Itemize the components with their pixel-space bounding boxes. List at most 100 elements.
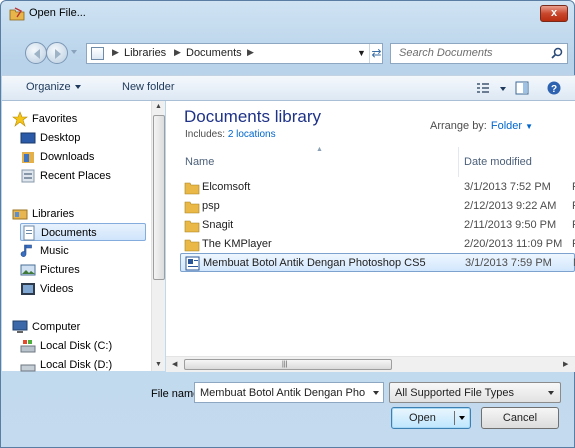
file-row-elcomsoft[interactable]: Elcomsoft 3/1/2013 7:52 PM F (180, 178, 575, 197)
cancel-button[interactable]: Cancel (481, 407, 559, 429)
chevron-down-icon: ▼ (525, 122, 534, 131)
pictures-icon (20, 264, 36, 276)
nav-documents-label: Documents (41, 227, 97, 239)
view-options-icon[interactable] (476, 81, 490, 95)
nav-computer[interactable]: Computer (12, 318, 162, 336)
chevron-right-icon[interactable]: ▶ (174, 47, 181, 58)
libraries-icon (12, 209, 28, 220)
nav-music[interactable]: Music (20, 242, 170, 260)
file-type-select[interactable]: All Supported File Types (389, 382, 561, 403)
file-date: 2/20/2013 11:09 PM (464, 238, 563, 250)
nav-computer-label: Computer (32, 321, 81, 333)
navigation-pane: Favorites Desktop Downloads Recent Place… (2, 101, 165, 372)
breadcrumb-libraries[interactable]: Libraries (124, 47, 166, 59)
scroll-down-icon[interactable]: ▼ (155, 361, 162, 368)
navigation-row: ▶ Libraries ▶ Documents ▶ ▼ ⇄ Search Doc… (1, 41, 575, 67)
nav-downloads-label: Downloads (40, 151, 95, 163)
chevron-down-icon[interactable] (459, 416, 465, 420)
refresh-button[interactable]: ⇄ (369, 44, 383, 63)
chevron-right-icon[interactable]: ▶ (112, 47, 119, 58)
back-button[interactable] (25, 42, 47, 64)
file-row-membuat-botol[interactable]: Membuat Botol Antik Dengan Photoshop CS5… (180, 253, 575, 272)
file-name: The KMPlayer (202, 238, 272, 250)
nav-local-disk-d[interactable]: Local Disk (D:) (20, 356, 170, 374)
word-document-icon (185, 256, 200, 271)
open-button[interactable]: Open (391, 407, 471, 429)
nav-favorites[interactable]: Favorites (12, 110, 162, 128)
file-row-kmplayer[interactable]: The KMPlayer 2/20/2013 11:09 PM F (180, 235, 575, 254)
nav-documents[interactable]: Documents (20, 223, 146, 241)
arrange-by-label: Arrange by: (430, 120, 487, 132)
file-row-psp[interactable]: psp 2/12/2013 9:22 AM F (180, 197, 575, 216)
system-drive-icon (20, 340, 36, 353)
breadcrumb-documents[interactable]: Documents (186, 47, 242, 59)
scroll-right-icon[interactable]: ▶ (563, 360, 568, 368)
chevron-down-icon (548, 391, 554, 395)
locations-link[interactable]: 2 locations (228, 129, 276, 140)
nav-downloads[interactable]: Downloads (20, 148, 170, 166)
nav-recent-places-label: Recent Places (40, 170, 111, 182)
close-button[interactable]: x (540, 5, 568, 22)
preview-pane-icon[interactable] (515, 81, 529, 95)
nav-pictures[interactable]: Pictures (20, 261, 170, 279)
file-name: Elcomsoft (202, 181, 251, 193)
nav-recent-places[interactable]: Recent Places (20, 167, 170, 185)
address-bar[interactable]: ▶ Libraries ▶ Documents ▶ ▼ ⇄ (86, 43, 383, 64)
svg-text:?: ? (551, 84, 557, 95)
nav-videos-label: Videos (40, 283, 74, 295)
nav-libraries[interactable]: Libraries (12, 205, 162, 223)
help-icon[interactable]: ? (547, 81, 561, 95)
sort-ascending-icon: ▲ (316, 146, 323, 153)
arrange-by-dropdown[interactable]: Folder ▼ (491, 120, 533, 132)
scroll-left-icon[interactable]: ◀ (172, 360, 177, 368)
nav-pictures-label: Pictures (40, 264, 80, 276)
file-row-snagit[interactable]: Snagit 2/11/2013 9:50 PM F (180, 216, 575, 235)
nav-music-label: Music (40, 245, 69, 257)
library-icon (91, 47, 104, 60)
nav-local-disk-d-label: Local Disk (D:) (40, 359, 113, 371)
split-divider (454, 411, 455, 425)
organize-button[interactable]: Organize (26, 81, 81, 93)
folder-icon (184, 220, 200, 233)
forward-button[interactable] (46, 42, 68, 64)
documents-icon (23, 225, 35, 241)
file-name: Snagit (202, 219, 234, 231)
file-name: Membuat Botol Antik Dengan Photoshop CS5 (203, 257, 426, 269)
nav-videos[interactable]: Videos (20, 280, 170, 298)
chevron-down-icon[interactable]: ▼ (357, 48, 366, 58)
arrange-by: Arrange by: Folder ▼ (430, 120, 533, 132)
column-header-date-modified[interactable]: Date modified (464, 156, 532, 168)
file-date: 2/11/2013 9:50 PM (464, 219, 557, 231)
nav-scroll-thumb[interactable] (153, 115, 165, 280)
recent-pages-dropdown[interactable] (71, 50, 77, 54)
grip-icon: ||| (282, 361, 288, 368)
column-divider[interactable] (458, 147, 459, 177)
chevron-down-icon[interactable] (373, 391, 379, 395)
chevron-right-icon[interactable]: ▶ (247, 47, 254, 58)
search-placeholder: Search Documents (399, 47, 493, 59)
chevron-down-icon (74, 85, 81, 90)
horizontal-scroll-thumb[interactable]: ||| (184, 359, 392, 370)
folder-icon (184, 239, 200, 252)
search-input[interactable]: Search Documents (390, 43, 568, 64)
includes-label: Includes: (185, 129, 226, 140)
new-folder-button[interactable]: New folder (122, 81, 175, 93)
recent-places-icon (21, 169, 35, 183)
nav-desktop[interactable]: Desktop (20, 129, 170, 147)
file-date: 2/12/2013 9:22 AM (464, 200, 557, 212)
nav-local-disk-c[interactable]: Local Disk (C:) (20, 337, 170, 355)
open-button-label: Open (409, 412, 436, 424)
folder-icon (184, 201, 200, 214)
downloads-folder-icon (22, 152, 34, 163)
nav-local-disk-c-label: Local Disk (C:) (40, 340, 113, 352)
file-date: 3/1/2013 7:59 PM (465, 257, 552, 269)
file-name-field[interactable]: Membuat Botol Antik Dengan Pho (200, 387, 365, 399)
horizontal-scrollbar[interactable]: ◀ ||| ▶ (166, 356, 575, 372)
search-icon[interactable] (551, 47, 563, 59)
nav-scrollbar[interactable]: ▲ ▼ (151, 101, 165, 371)
scroll-up-icon[interactable]: ▲ (155, 103, 162, 110)
open-folder-icon (9, 7, 25, 21)
file-name-combobox[interactable]: Membuat Botol Antik Dengan Pho (194, 382, 384, 403)
column-header-name[interactable]: Name (185, 156, 214, 168)
chevron-down-icon[interactable] (500, 87, 506, 91)
